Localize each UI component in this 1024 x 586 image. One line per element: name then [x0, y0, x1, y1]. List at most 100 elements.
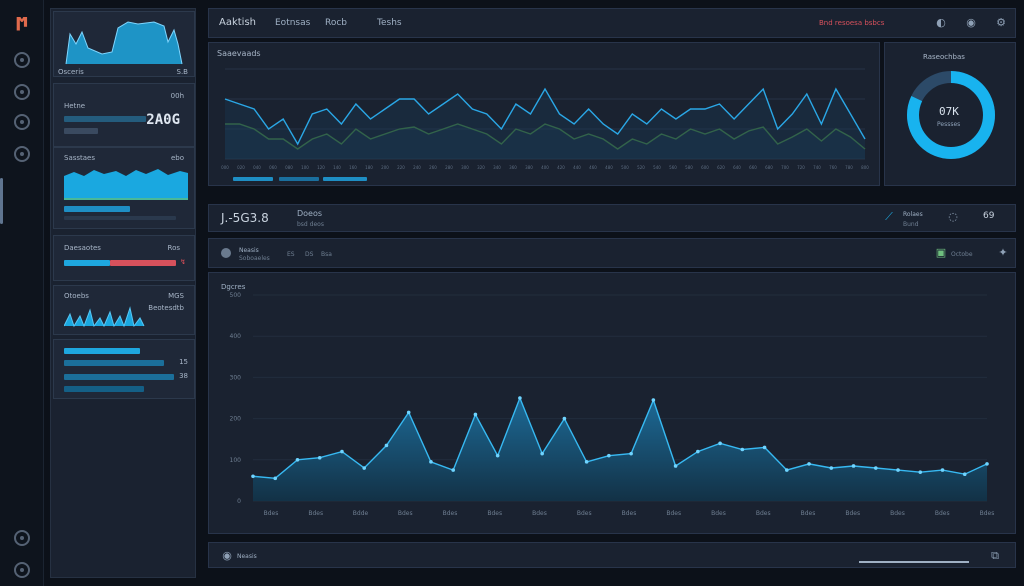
bottom-chart-point: [340, 449, 344, 454]
tab-2[interactable]: Rocb: [325, 18, 347, 28]
widget-progress-bar-2: [64, 360, 164, 366]
bottom-chart-point: [896, 468, 900, 472]
top-chart-legend-1: [233, 177, 273, 181]
widget-sessions-value: ebo: [170, 154, 184, 162]
top-chart-x-tick: 240: [413, 165, 421, 170]
filter-item-4[interactable]: DS: [305, 251, 313, 258]
widget-outputs-label: Otoebs: [64, 292, 89, 300]
widget-progress[interactable]: 15 38: [53, 339, 195, 399]
top-chart-x-tick: 020: [237, 165, 245, 170]
bottom-chart-y-tick: 300: [230, 374, 242, 381]
widget-progress-bar-1: [64, 348, 140, 354]
bottom-chart-x-tick: Bdde: [353, 510, 369, 517]
bottom-chart-y-tick: 200: [230, 416, 242, 423]
widget-devices-label: Daesaotes: [64, 244, 101, 252]
filter-item-3[interactable]: ES: [287, 251, 295, 258]
top-chart-x-tick: 700: [781, 165, 789, 170]
top-chart-x-tick: 540: [653, 165, 661, 170]
widget-progress-bar-3: [64, 374, 174, 380]
bottom-chart-y-tick: 0: [237, 498, 241, 505]
bottom-chart-point: [473, 412, 478, 417]
filter-item-5[interactable]: Bsa: [321, 251, 332, 258]
summary-right-sub: Bund: [903, 221, 919, 228]
top-chart-title: Saaevaads: [217, 49, 261, 58]
top-chart-x-tick: 520: [637, 165, 645, 170]
nav-home-icon[interactable]: [14, 52, 30, 68]
widget-sessions-track: [64, 216, 176, 220]
bottom-chart-x-tick: Bdes: [756, 510, 771, 517]
nav-reports-icon[interactable]: [14, 114, 30, 130]
widget-sessions-bar: [64, 206, 130, 212]
top-chart-x-tick: 220: [397, 165, 405, 170]
footer-timeline[interactable]: [859, 561, 969, 563]
widget-devices-alert-icon: ↯: [180, 258, 186, 266]
top-chart-x-tick: 780: [845, 165, 853, 170]
bottom-chart-x-tick: Bdes: [443, 510, 458, 517]
filter-item-1[interactable]: Neasis: [239, 247, 259, 254]
widget-traffic[interactable]: Osceris S.B: [53, 11, 195, 77]
top-chart-x-tick: 440: [573, 165, 581, 170]
bottom-chart-point: [985, 462, 989, 466]
refresh-icon[interactable]: ◌: [947, 211, 959, 223]
bottom-chart-point: [718, 441, 722, 446]
bottom-chart-x-tick: Bdes: [577, 510, 592, 517]
widget-sessions[interactable]: Sasstaes ebo: [53, 147, 195, 229]
nav-analytics-icon[interactable]: [14, 84, 30, 100]
widget-traffic-value: S.B: [176, 68, 188, 76]
nav-alerts-icon[interactable]: [14, 146, 30, 162]
footer-expand-icon[interactable]: ⧉: [989, 550, 1001, 562]
top-chart-x-tick: 660: [749, 165, 757, 170]
top-chart-x-tick: 000: [221, 165, 229, 170]
widget-outputs[interactable]: Otoebs MGS Beotesdtb: [53, 285, 195, 335]
bottom-chart-point: [740, 447, 745, 452]
top-chart-x-tick: 280: [445, 165, 453, 170]
bottom-chart-point: [873, 466, 878, 470]
settings-gear-icon[interactable]: [14, 530, 30, 546]
top-chart-x-tick: 620: [717, 165, 725, 170]
share-icon[interactable]: ✦: [997, 247, 1009, 259]
footer-label: Neasis: [237, 553, 257, 560]
tab-3[interactable]: Teshs: [377, 18, 402, 28]
camera-icon[interactable]: ▣: [935, 247, 947, 259]
widget-total[interactable]: Hetne 00h 2A0G: [53, 83, 195, 147]
widget-total-period: 00h: [170, 92, 184, 100]
bottom-chart-x-tick: Bdes: [622, 510, 637, 517]
settings-icon[interactable]: ⚙: [995, 17, 1007, 29]
notification-icon[interactable]: ◐: [935, 17, 947, 29]
donut-title: Raseochbas: [923, 53, 965, 61]
bottom-chart-y-tick: 500: [230, 292, 242, 299]
tab-1[interactable]: Eotnsas: [275, 18, 310, 28]
widget-devices-bar-red: [110, 260, 176, 266]
widget-devices[interactable]: Daesaotes Ros ↯: [53, 235, 195, 281]
bottom-chart-x-tick: Bdes: [487, 510, 502, 517]
nav-active-indicator: [0, 178, 3, 224]
summary-value: J.-5G3.8: [221, 211, 269, 225]
left-rail: ϻ: [0, 0, 44, 586]
filter-right-label: Octobe: [951, 251, 973, 258]
filter-item-2[interactable]: Soboaeles: [239, 255, 270, 262]
bottom-chart-x-tick: Bdes: [666, 510, 681, 517]
top-chart-x-tick: 640: [733, 165, 741, 170]
help-icon[interactable]: ◉: [965, 17, 977, 29]
filter-avatar-icon: [221, 248, 231, 258]
top-chart-x-tick: 760: [829, 165, 837, 170]
top-chart-legend-2: [279, 177, 319, 181]
top-chart-x-tick: 720: [797, 165, 805, 170]
user-icon[interactable]: [14, 562, 30, 578]
bottom-chart-point: [762, 445, 767, 450]
bottom-chart-point: [540, 451, 544, 456]
top-chart-x-tick: 600: [701, 165, 709, 170]
bottom-chart-point: [251, 474, 255, 479]
bottom-chart-point: [406, 410, 411, 415]
bottom-chart: 500 400 300 200 100 0 Bdes Bdes Bdde Bdes Bdes Bdes…: [230, 292, 995, 517]
top-chart-x-tick: 260: [429, 165, 437, 170]
top-chart-panel: Saaevaads 000 020 040 060 080 100 120 140 160 180…: [208, 42, 880, 186]
top-chart-x-tick: 160: [349, 165, 357, 170]
widget-progress-bar-4: [64, 386, 144, 392]
summary-bar: J.-5G3.8 Doeos bsd deos ⟋ Rolaes Bund ◌ …: [208, 204, 1016, 232]
widget-total-value: 2A0G: [146, 112, 180, 128]
bottom-chart-x-tick: Bdes: [980, 510, 995, 517]
trend-icon: ⟋: [885, 210, 893, 223]
bottom-chart-x-tick: Bdes: [935, 510, 950, 517]
bottom-chart-point: [562, 416, 567, 421]
